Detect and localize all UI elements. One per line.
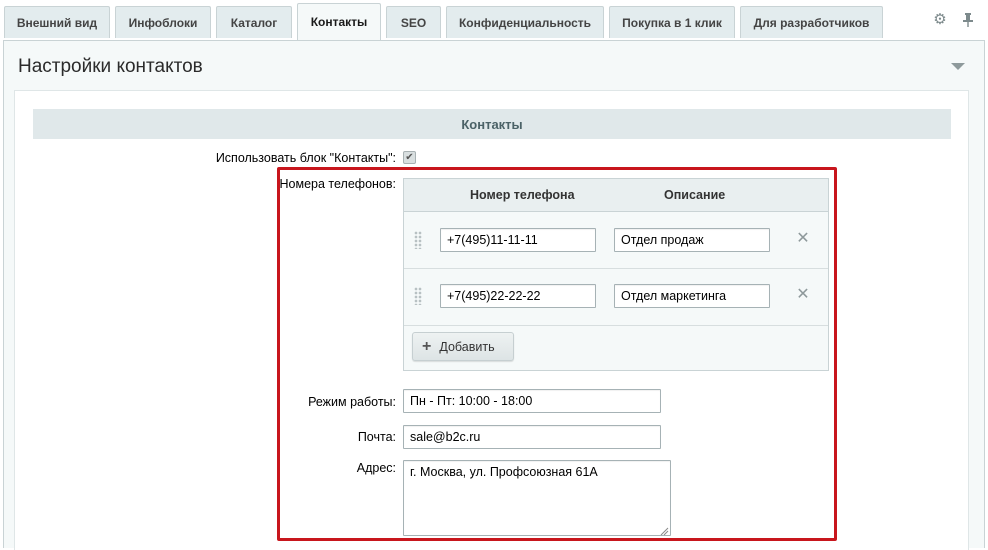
section-header: Контакты — [33, 109, 951, 139]
tab-infoblocks[interactable]: Инфоблоки — [115, 6, 211, 38]
phone-number-input[interactable]: +7(495)11-11-11 — [440, 228, 596, 252]
tab-one-click-purchase[interactable]: Покупка в 1 клик — [609, 6, 735, 38]
work-mode-label: Режим работы: — [308, 395, 396, 409]
collapse-arrow-icon[interactable] — [951, 63, 965, 70]
tab-contacts[interactable]: Контакты — [297, 3, 381, 40]
gear-icon[interactable]: ⚙ — [932, 12, 948, 28]
work-mode-input[interactable]: Пн - Пт: 10:00 - 18:00 — [403, 389, 661, 413]
tab-bar: Внешний вид Инфоблоки Каталог Контакты S… — [0, 0, 988, 42]
remove-row-icon[interactable]: ✕ — [796, 287, 810, 303]
phone-number-input[interactable]: +7(495)22-22-22 — [440, 284, 596, 308]
tab-catalog[interactable]: Каталог — [216, 6, 292, 38]
pin-icon[interactable] — [960, 12, 976, 28]
email-input[interactable]: sale@b2c.ru — [403, 425, 661, 449]
row-divider — [404, 325, 828, 326]
address-textarea[interactable]: г. Москва, ул. Профсоюзная 61А — [403, 460, 671, 536]
use-block-checkbox[interactable]: ✔ — [403, 151, 416, 164]
address-label: Адрес: — [356, 461, 396, 475]
tab-privacy[interactable]: Конфиденциальность — [446, 6, 604, 38]
drag-handle-icon[interactable] — [414, 231, 422, 249]
tab-appearance[interactable]: Внешний вид — [4, 6, 110, 38]
add-button-label: Добавить — [439, 339, 495, 354]
phones-label: Номера телефонов: — [279, 177, 396, 191]
email-label: Почта: — [357, 430, 396, 444]
column-header-number: Номер телефона — [470, 188, 575, 202]
phone-description-input[interactable]: Отдел продаж — [614, 228, 770, 252]
resize-handle-icon[interactable] — [660, 524, 669, 536]
remove-row-icon[interactable]: ✕ — [796, 231, 810, 247]
add-phone-button[interactable]: + Добавить — [412, 332, 514, 361]
drag-handle-icon[interactable] — [414, 287, 422, 305]
phone-description-input[interactable]: Отдел маркетинга — [614, 284, 770, 308]
panel-title: Настройки контактов — [18, 56, 203, 77]
phones-table-header: Номер телефона Описание — [404, 179, 828, 212]
tab-seo[interactable]: SEO — [386, 6, 441, 38]
tab-developers[interactable]: Для разработчиков — [740, 6, 883, 38]
column-header-description: Описание — [664, 188, 726, 202]
use-block-label: Использовать блок "Контакты": — [215, 151, 396, 165]
row-divider — [404, 268, 828, 269]
plus-icon: + — [422, 337, 432, 355]
